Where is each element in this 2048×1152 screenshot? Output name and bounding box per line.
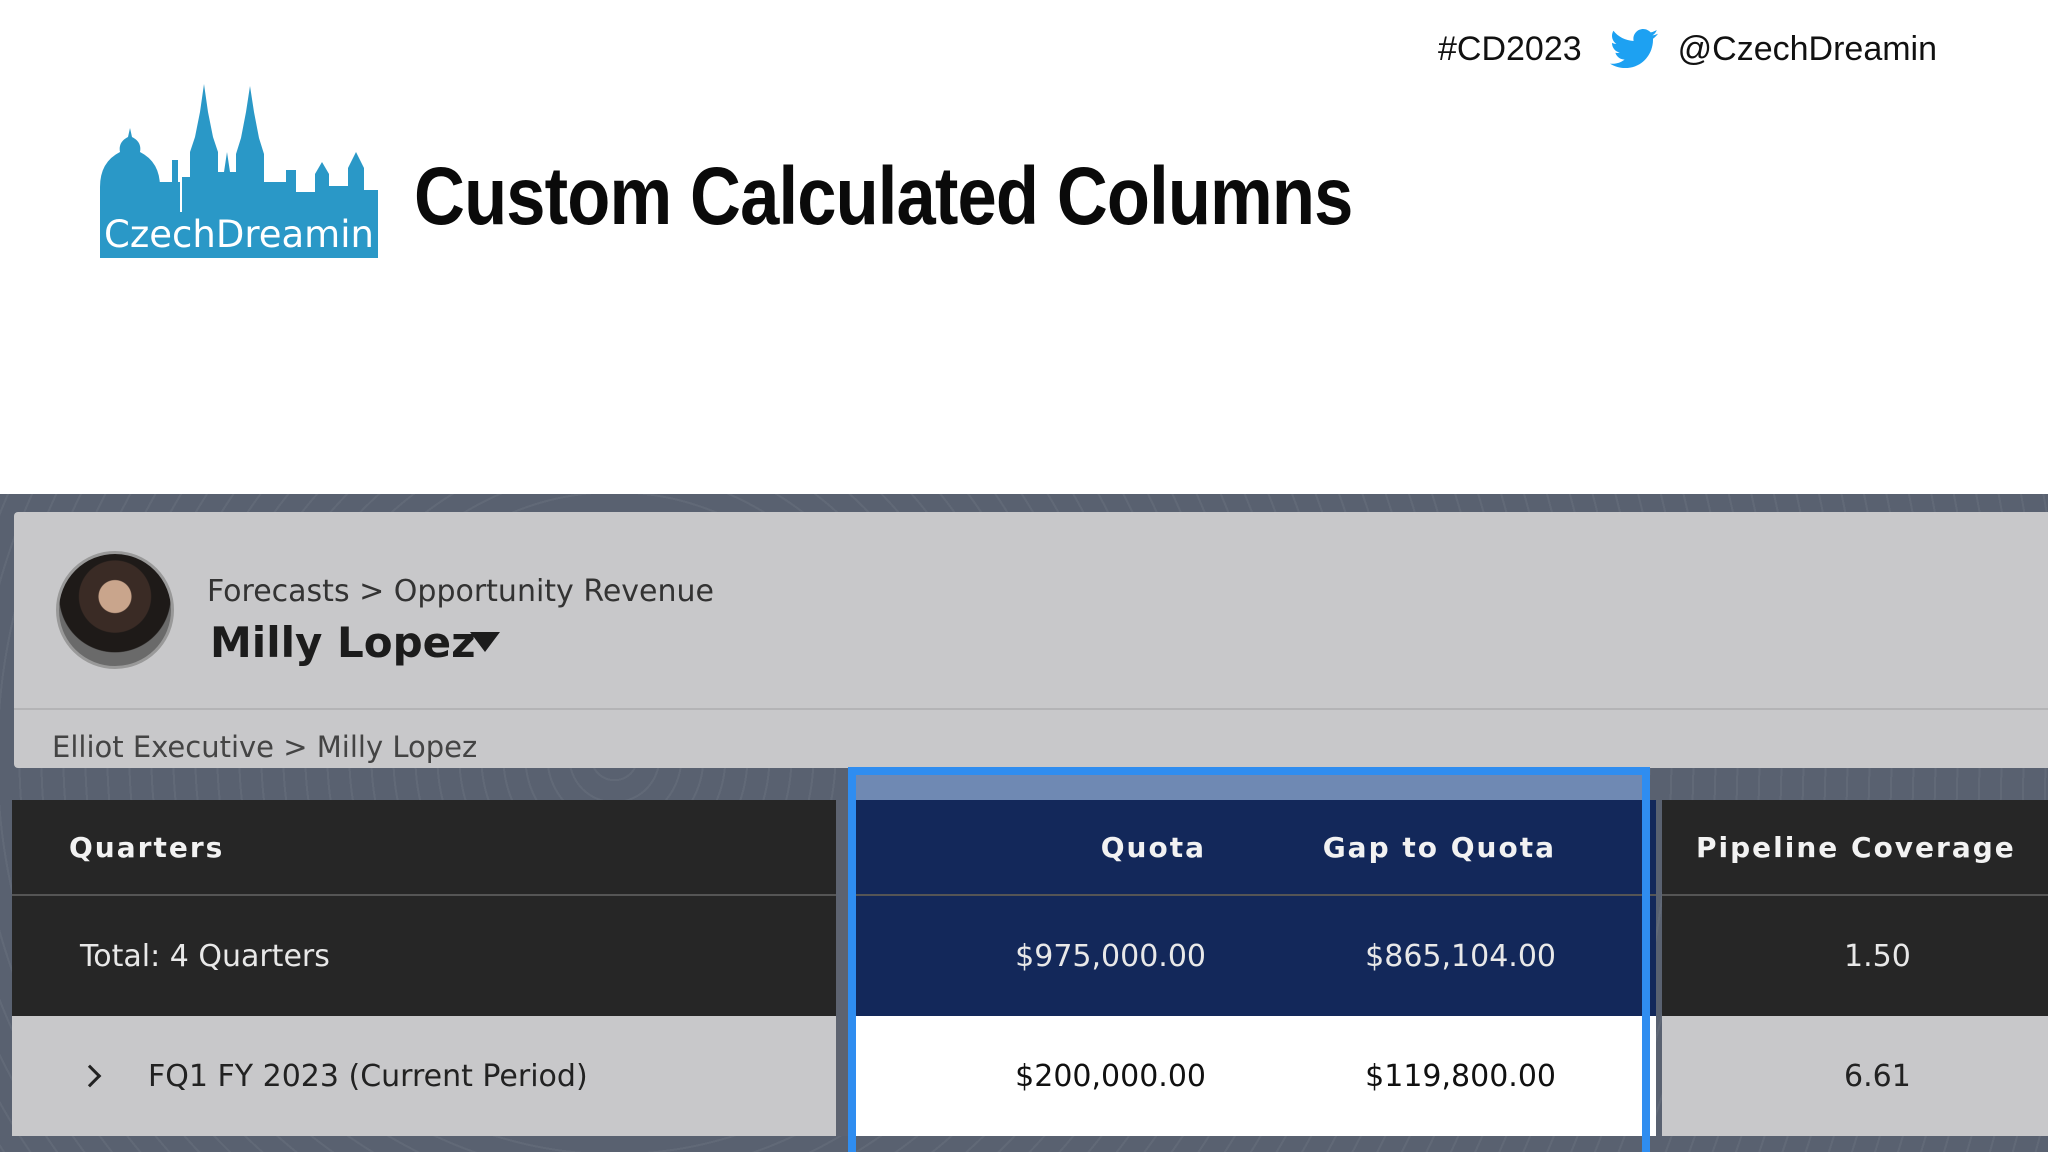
- column-header-label: Quarters: [69, 830, 225, 864]
- slide-title: Custom Calculated Columns: [414, 151, 1353, 242]
- hashtag-text: #CD2023: [1438, 29, 1582, 68]
- total-quota-value: $975,000.00: [1015, 938, 1206, 974]
- quarter-row-values: $200,000.00 $119,800.00: [856, 1016, 1656, 1136]
- quarter-quota-value[interactable]: $200,000.00: [856, 1059, 1206, 1094]
- forecast-screenshot: Forecasts > Opportunity Revenue Milly Lo…: [0, 494, 2048, 1152]
- divider: [14, 708, 2048, 710]
- quarters-column: Quarters Total: 4 Quarters FQ1 FY 2023 (…: [12, 800, 836, 1136]
- column-header-label: Pipeline Coverage: [1696, 830, 2016, 864]
- forecast-header-card: Forecasts > Opportunity Revenue Milly Lo…: [14, 512, 2048, 768]
- twitter-bird-icon: [1609, 29, 1658, 69]
- forecast-breadcrumb[interactable]: Forecasts > Opportunity Revenue: [207, 574, 714, 609]
- quarter-gap-value[interactable]: $119,800.00: [1206, 1059, 1656, 1094]
- row-label: FQ1 FY 2023 (Current Period): [148, 1058, 588, 1094]
- highlight-top-band: [856, 775, 1642, 800]
- caret-down-icon[interactable]: [470, 632, 500, 652]
- social-bar: #CD2023 @CzechDreamin: [1438, 26, 1937, 72]
- total-row-label-cell: Total: 4 Quarters: [12, 896, 836, 1016]
- twitter-handle-text: @CzechDreamin: [1677, 29, 1938, 68]
- czechdreamin-logo: CzechDreamin: [100, 82, 378, 258]
- pipeline-coverage-column: Pipeline Coverage 1.50 6.61: [1662, 800, 2048, 1136]
- chevron-right-icon[interactable]: [78, 1064, 102, 1088]
- quarter-coverage-cell: 6.61: [1662, 1016, 2048, 1136]
- quarter-coverage-value[interactable]: 6.61: [1844, 1059, 1911, 1094]
- column-header-quota[interactable]: Quota: [856, 831, 1206, 864]
- quarter-row-label-cell[interactable]: FQ1 FY 2023 (Current Period): [12, 1016, 836, 1136]
- row-label: Total: 4 Quarters: [80, 938, 330, 974]
- hierarchy-breadcrumb[interactable]: Elliot Executive > Milly Lopez: [52, 730, 477, 764]
- total-coverage-value: 1.50: [1844, 938, 1911, 974]
- forecast-owner-name[interactable]: Milly Lopez: [210, 618, 476, 667]
- quota-gap-columns: Quota Gap to Quota $975,000.00 $865,104.…: [856, 800, 1656, 1136]
- column-header-group: Quota Gap to Quota: [856, 800, 1656, 896]
- column-header-pipeline-coverage[interactable]: Pipeline Coverage: [1662, 800, 2048, 896]
- total-row-values: $975,000.00 $865,104.00: [856, 896, 1656, 1016]
- column-header-gap-to-quota[interactable]: Gap to Quota: [1206, 831, 1656, 864]
- logo-wordmark: CzechDreamin: [100, 212, 378, 258]
- column-header-quarters[interactable]: Quarters: [12, 800, 836, 896]
- total-gap-value: $865,104.00: [1365, 938, 1556, 974]
- column-separator: [836, 800, 856, 1136]
- avatar: [56, 551, 174, 669]
- total-coverage-cell: 1.50: [1662, 896, 2048, 1016]
